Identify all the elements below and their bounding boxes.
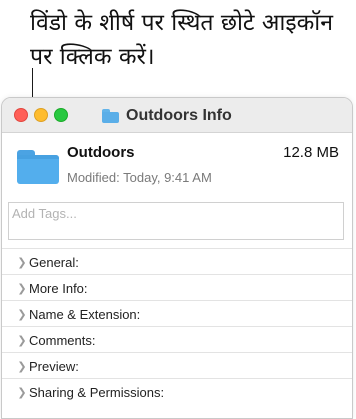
item-modified: Modified: Today, 9:41 AM bbox=[67, 170, 212, 185]
item-name: Outdoors bbox=[67, 144, 135, 161]
close-button[interactable] bbox=[14, 108, 28, 122]
section-more-info[interactable]: ❯ More Info: bbox=[2, 274, 352, 301]
tags-input[interactable] bbox=[8, 202, 344, 240]
section-label: Preview: bbox=[29, 358, 79, 374]
chevron-right-icon[interactable]: ❯ bbox=[2, 256, 32, 269]
chevron-right-icon[interactable]: ❯ bbox=[2, 308, 32, 321]
chevron-right-icon[interactable]: ❯ bbox=[2, 282, 32, 295]
section-sharing-permissions[interactable]: ❯ Sharing & Permissions: bbox=[2, 378, 352, 405]
info-window: Outdoors Info Outdoors 12.8 MB Modified:… bbox=[1, 97, 353, 419]
window-title: Outdoors Info bbox=[102, 106, 232, 126]
folder-icon[interactable] bbox=[102, 109, 119, 123]
section-label: Comments: bbox=[29, 332, 96, 348]
chevron-right-icon[interactable]: ❯ bbox=[2, 360, 32, 373]
section-label: General: bbox=[29, 254, 79, 270]
zoom-button[interactable] bbox=[54, 108, 68, 122]
section-preview[interactable]: ❯ Preview: bbox=[2, 352, 352, 379]
folder-icon bbox=[17, 150, 59, 184]
title-bar: Outdoors Info bbox=[2, 98, 352, 133]
section-general[interactable]: ❯ General: bbox=[2, 248, 352, 275]
item-size: 12.8 MB bbox=[283, 144, 339, 161]
callout-text: विंडो के शीर्ष पर स्थित छोटे आइकॉन पर क्… bbox=[30, 10, 334, 70]
item-header: Outdoors 12.8 MB Modified: Today, 9:41 A… bbox=[2, 132, 352, 194]
section-name-extension[interactable]: ❯ Name & Extension: bbox=[2, 300, 352, 327]
section-label: Name & Extension: bbox=[29, 306, 141, 322]
window-title-text: Outdoors Info bbox=[126, 107, 232, 124]
section-label: More Info: bbox=[29, 280, 88, 296]
section-label: Sharing & Permissions: bbox=[29, 384, 165, 400]
minimize-button[interactable] bbox=[34, 108, 48, 122]
chevron-right-icon[interactable]: ❯ bbox=[2, 386, 32, 399]
chevron-right-icon[interactable]: ❯ bbox=[2, 334, 32, 347]
section-comments[interactable]: ❯ Comments: bbox=[2, 326, 352, 353]
